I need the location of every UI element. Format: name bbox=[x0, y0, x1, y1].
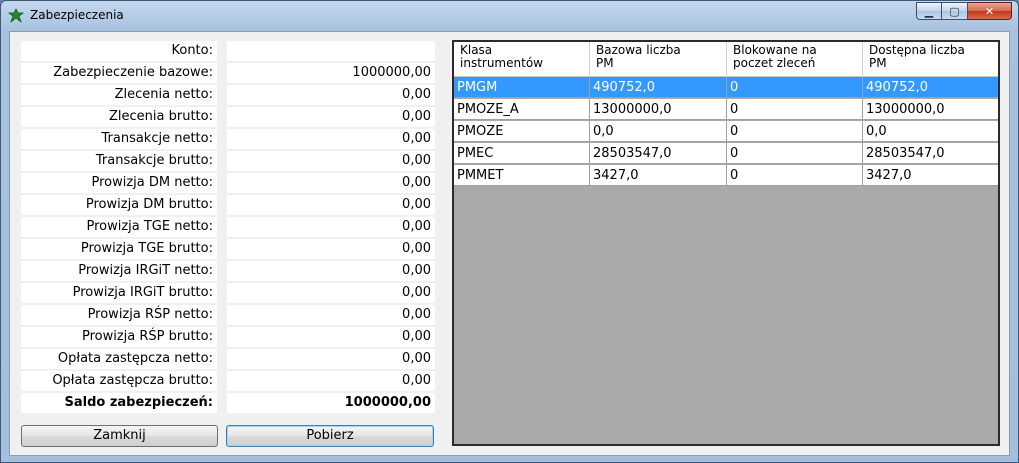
cell-available-pm: 13000000,0 bbox=[863, 99, 998, 120]
cell-class: PMMET bbox=[454, 165, 590, 186]
maximize-button[interactable]: ▢ bbox=[942, 2, 968, 20]
cell-blocked: 0 bbox=[727, 143, 863, 164]
margin-balance-label: Saldo zabezpieczeń: bbox=[21, 393, 217, 413]
rsp-fee-gross-value: 0,00 bbox=[227, 327, 435, 347]
fetch-button[interactable]: Pobierz bbox=[226, 425, 434, 447]
rsp-fee-net-value: 0,00 bbox=[227, 305, 435, 325]
orders-gross-value: 0,00 bbox=[227, 107, 435, 127]
dialog-client-area: Konto: Zabezpieczenie bazowe: 1000000,00… bbox=[9, 31, 1010, 456]
window-title: Zabezpieczenia bbox=[30, 8, 124, 22]
tge-fee-gross-value: 0,00 bbox=[227, 239, 435, 259]
cell-available-pm: 0,0 bbox=[863, 121, 998, 142]
cell-blocked: 0 bbox=[727, 165, 863, 186]
minimize-button[interactable]: ▁ bbox=[916, 2, 942, 20]
rsp-fee-net-label: Prowizja RŚP netto: bbox=[21, 305, 217, 325]
substitute-fee-net-label: Opłata zastępcza netto: bbox=[21, 349, 217, 369]
table-row[interactable]: PMMET 3427,0 0 3427,0 bbox=[454, 165, 998, 186]
maximize-icon: ▢ bbox=[949, 4, 960, 18]
close-button[interactable]: Zamknij bbox=[21, 425, 218, 447]
column-header-available-pm[interactable]: Dostępna liczba PM bbox=[863, 42, 998, 76]
table-row[interactable]: PMOZE 0,0 0 0,0 bbox=[454, 121, 998, 142]
application-window: Zabezpieczenia ▁ ▢ ✕ Konto: Zabezpieczen… bbox=[0, 0, 1019, 463]
cell-class: PMOZE_A bbox=[454, 99, 590, 120]
cell-blocked: 0 bbox=[727, 99, 863, 120]
tge-fee-net-label: Prowizja TGE netto: bbox=[21, 217, 217, 237]
column-header-class[interactable]: Klasa instrumentów bbox=[454, 42, 590, 76]
base-margin-value: 1000000,00 bbox=[227, 63, 435, 83]
margin-balance-value: 1000000,00 bbox=[227, 393, 435, 413]
dm-fee-gross-label: Prowizja DM brutto: bbox=[21, 195, 217, 215]
grid-header: Klasa instrumentów Bazowa liczba PM Blok… bbox=[454, 42, 998, 77]
column-header-base-pm[interactable]: Bazowa liczba PM bbox=[590, 42, 727, 76]
trades-net-label: Transakcje netto: bbox=[21, 129, 217, 149]
cell-class: PMOZE bbox=[454, 121, 590, 142]
base-margin-label: Zabezpieczenie bazowe: bbox=[21, 63, 217, 83]
close-window-button[interactable]: ✕ bbox=[968, 2, 1012, 20]
cell-class: PMGM bbox=[454, 77, 590, 98]
column-header-blocked[interactable]: Blokowane na poczet zleceń bbox=[727, 42, 863, 76]
orders-gross-label: Zlecenia brutto: bbox=[21, 107, 217, 127]
account-label: Konto: bbox=[21, 41, 217, 61]
orders-net-value: 0,00 bbox=[227, 85, 435, 105]
cell-available-pm: 3427,0 bbox=[863, 165, 998, 186]
tge-fee-net-value: 0,00 bbox=[227, 217, 435, 237]
trades-gross-value: 0,00 bbox=[227, 151, 435, 171]
irgit-fee-net-value: 0,00 bbox=[227, 261, 435, 281]
irgit-fee-gross-value: 0,00 bbox=[227, 283, 435, 303]
app-leaf-icon bbox=[8, 8, 24, 24]
dm-fee-net-value: 0,00 bbox=[227, 173, 435, 193]
cell-blocked: 0 bbox=[727, 77, 863, 98]
rsp-fee-gross-label: Prowizja RŚP brutto: bbox=[21, 327, 217, 347]
minimize-icon: ▁ bbox=[924, 4, 934, 18]
cell-blocked: 0 bbox=[727, 121, 863, 142]
cell-base-pm: 3427,0 bbox=[590, 165, 727, 186]
cell-available-pm: 28503547,0 bbox=[863, 143, 998, 164]
close-icon: ✕ bbox=[984, 4, 995, 18]
trades-gross-label: Transakcje brutto: bbox=[21, 151, 217, 171]
cell-base-pm: 0,0 bbox=[590, 121, 727, 142]
dm-fee-gross-value: 0,00 bbox=[227, 195, 435, 215]
irgit-fee-net-label: Prowizja IRGiT netto: bbox=[21, 261, 217, 281]
irgit-fee-gross-label: Prowizja IRGiT brutto: bbox=[21, 283, 217, 303]
title-bar[interactable]: Zabezpieczenia ▁ ▢ ✕ bbox=[1, 1, 1018, 31]
substitute-fee-gross-label: Opłata zastępcza brutto: bbox=[21, 371, 217, 391]
dm-fee-net-label: Prowizja DM netto: bbox=[21, 173, 217, 193]
table-row[interactable]: PMOZE_A 13000000,0 0 13000000,0 bbox=[454, 99, 998, 120]
cell-available-pm: 490752,0 bbox=[863, 77, 998, 98]
tge-fee-gross-label: Prowizja TGE brutto: bbox=[21, 239, 217, 259]
substitute-fee-gross-value: 0,00 bbox=[227, 371, 435, 391]
cell-class: PMEC bbox=[454, 143, 590, 164]
orders-net-label: Zlecenia netto: bbox=[21, 85, 217, 105]
cell-base-pm: 13000000,0 bbox=[590, 99, 727, 120]
instruments-grid[interactable]: Klasa instrumentów Bazowa liczba PM Blok… bbox=[452, 40, 1000, 446]
account-value[interactable] bbox=[227, 41, 435, 61]
cell-base-pm: 28503547,0 bbox=[590, 143, 727, 164]
trades-net-value: 0,00 bbox=[227, 129, 435, 149]
table-row[interactable]: PMEC 28503547,0 0 28503547,0 bbox=[454, 143, 998, 164]
cell-base-pm: 490752,0 bbox=[590, 77, 727, 98]
substitute-fee-net-value: 0,00 bbox=[227, 349, 435, 369]
table-row[interactable]: PMGM 490752,0 0 490752,0 bbox=[454, 77, 998, 98]
